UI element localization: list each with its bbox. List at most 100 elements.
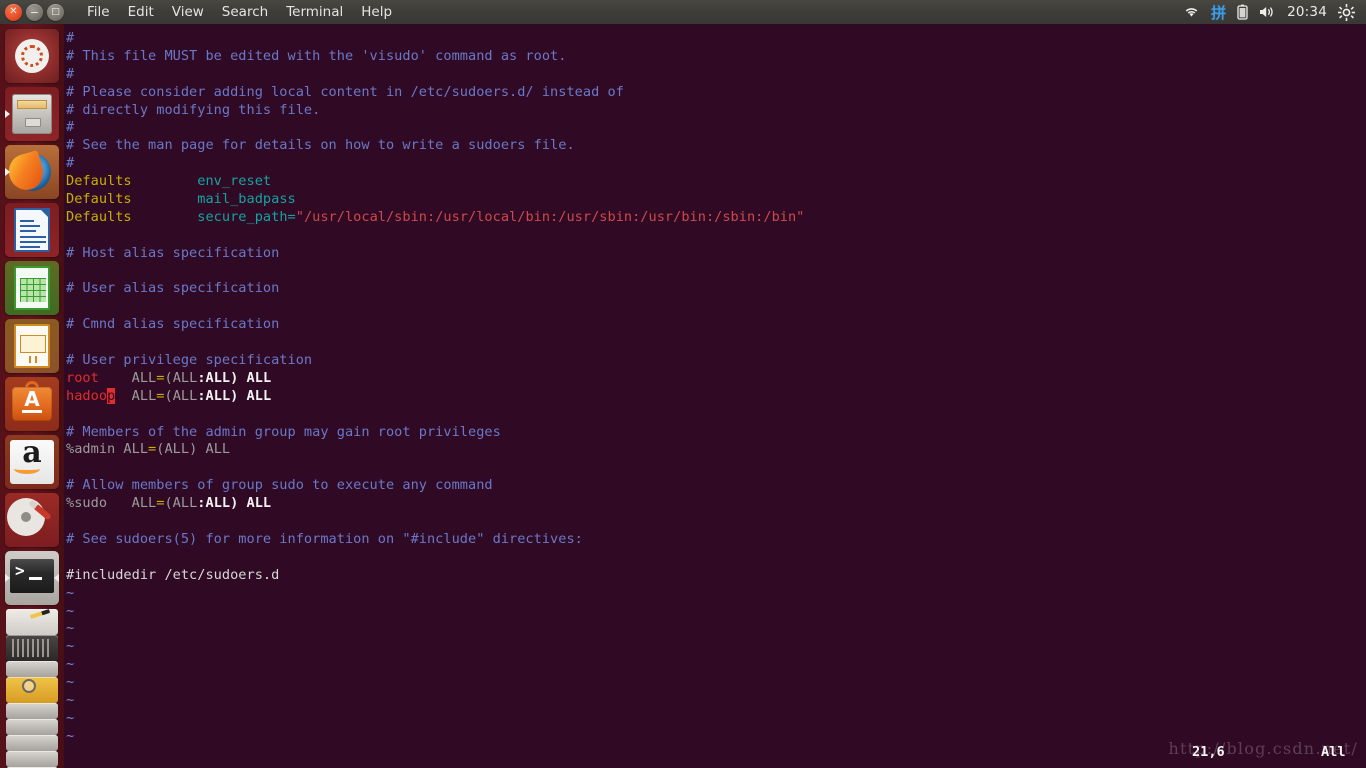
terminal-window[interactable]: # # This file MUST be edited with the 'vi… (64, 24, 1366, 768)
vim-token: # Please consider adding local content i… (66, 83, 624, 100)
vim-token: ~ (66, 638, 75, 655)
vim-token: # (66, 30, 75, 46)
launcher-stack-item-5[interactable] (6, 703, 58, 719)
vim-token: ~ (66, 674, 75, 691)
launcher-item-libreoffice-writer[interactable] (0, 203, 64, 257)
vim-line: Defaults secure_path="/usr/local/sbin:/u… (64, 209, 1366, 227)
launcher-overflow-stack[interactable] (0, 609, 64, 768)
launcher-stack-item-8[interactable] (6, 751, 58, 767)
vim-line: %sudo ALL=(ALL:ALL) ALL (64, 495, 1366, 513)
launcher-item-amazon[interactable]: a (0, 435, 64, 489)
launcher-item-libreoffice-calc[interactable] (0, 261, 64, 315)
software-center-icon: A (5, 377, 59, 431)
launcher-stack-item-image-viewer[interactable] (6, 677, 58, 703)
vim-token: :ALL) ALL (197, 495, 272, 512)
vim-line (64, 334, 1366, 352)
minimize-icon: − (29, 5, 40, 19)
vim-line: # Please consider adding local content i… (64, 84, 1366, 102)
vim-line: Defaults env_reset (64, 173, 1366, 191)
launcher-stack-item-6[interactable] (6, 719, 58, 735)
close-window-button[interactable]: ✕ (5, 3, 22, 21)
vim-token: Defaults (66, 208, 132, 225)
vim-token: Defaults (66, 191, 132, 208)
vim-line: ~ (64, 585, 1366, 603)
system-tray: 拼 20:34 (1183, 2, 1366, 23)
running-indicator (5, 168, 10, 176)
vim-line: ~ (64, 620, 1366, 638)
launcher-item-files[interactable] (0, 87, 64, 141)
vim-line (64, 459, 1366, 477)
vim-token: # User alias specification (66, 280, 280, 297)
launcher-stack-item-7[interactable] (6, 735, 58, 751)
vim-line: hadoop ALL=(ALL:ALL) ALL (64, 387, 1366, 406)
vim-token: (ALL (164, 495, 198, 512)
vim-token: ~ (66, 602, 75, 619)
vim-line (64, 263, 1366, 281)
vim-token: # (66, 119, 75, 136)
vim-token: (ALL (164, 387, 198, 404)
vim-line (64, 298, 1366, 316)
menu-view[interactable]: View (163, 2, 213, 23)
desktop-screen: ✕ − □ File Edit View Search Terminal Hel… (0, 0, 1366, 768)
vim-token: "/usr/local/sbin:/usr/local/bin:/usr/sbi… (295, 208, 805, 225)
launcher-item-firefox[interactable] (0, 145, 64, 199)
ubuntu-logo-icon (15, 39, 49, 73)
vim-line (64, 406, 1366, 424)
vim-line: # User privilege specification (64, 352, 1366, 370)
vim-token: :ALL) ALL (197, 369, 272, 386)
vim-line: # Allow members of group sudo to execute… (64, 477, 1366, 495)
calc-spreadsheet-icon (14, 266, 50, 310)
gear-icon[interactable] (1338, 3, 1355, 21)
launcher-stack-item-media-player[interactable] (6, 635, 58, 661)
launcher-stack-item-disk-utility[interactable] (6, 661, 58, 677)
menu-help[interactable]: Help (352, 2, 401, 23)
vim-token: # See the man page for details on how to… (66, 137, 575, 154)
battery-icon[interactable] (1237, 4, 1248, 20)
launcher-item-software-center[interactable]: A (0, 377, 64, 431)
vim-line (64, 549, 1366, 567)
input-method-icon[interactable]: 拼 (1211, 2, 1226, 23)
clock[interactable]: 20:34 (1287, 4, 1327, 20)
vim-line: root ALL=(ALL:ALL) ALL (64, 370, 1366, 388)
menu-search[interactable]: Search (213, 2, 277, 23)
launcher-item-dash-home[interactable] (0, 29, 64, 83)
vim-token: # This file MUST be edited with the 'vis… (66, 47, 567, 64)
wifi-icon[interactable] (1183, 5, 1200, 19)
vim-line: Defaults mail_badpass (64, 191, 1366, 209)
vim-line: ~ (64, 674, 1366, 692)
vim-line: # (64, 119, 1366, 137)
vim-token: Defaults (66, 173, 132, 190)
vim-line: ~ (64, 692, 1366, 710)
vim-buffer[interactable]: # # This file MUST be edited with the 'vi… (64, 24, 1366, 746)
vim-line (64, 227, 1366, 245)
close-icon: ✕ (9, 6, 18, 17)
menu-terminal[interactable]: Terminal (277, 2, 352, 23)
vim-token: # Allow members of group sudo to execute… (66, 477, 493, 494)
launcher-item-libreoffice-impress[interactable] (0, 319, 64, 373)
launcher-stack-item-text-editor[interactable] (6, 609, 58, 635)
vim-line: # (64, 66, 1366, 84)
settings-gear-wrench-icon (5, 493, 59, 547)
minimize-window-button[interactable]: − (26, 3, 43, 21)
vim-line: ~ (64, 603, 1366, 621)
vim-token: # User privilege specification (66, 352, 313, 369)
maximize-window-button[interactable]: □ (47, 3, 64, 21)
vim-token: %admin ALL (66, 441, 149, 458)
running-indicator (5, 110, 10, 118)
vim-line: # directly modifying this file. (64, 102, 1366, 120)
cursor-position: 21,6 (1192, 744, 1225, 760)
launcher-item-system-settings[interactable] (0, 493, 64, 547)
launcher-item-terminal[interactable]: > (0, 551, 64, 605)
menu-edit[interactable]: Edit (119, 2, 163, 23)
menu-file[interactable]: File (78, 2, 119, 23)
vim-token: (ALL) ALL (156, 441, 231, 458)
vim-line: ~ (64, 638, 1366, 656)
vim-token: # Cmnd alias specification (66, 316, 280, 333)
volume-icon[interactable] (1259, 5, 1276, 19)
vim-token: (ALL (164, 369, 198, 386)
vim-token: # (66, 65, 75, 82)
vim-token: # Host alias specification (66, 244, 280, 261)
vim-line: %admin ALL=(ALL) ALL (64, 441, 1366, 459)
vim-line: # Members of the admin group may gain ro… (64, 424, 1366, 442)
vim-token: root (66, 369, 99, 386)
